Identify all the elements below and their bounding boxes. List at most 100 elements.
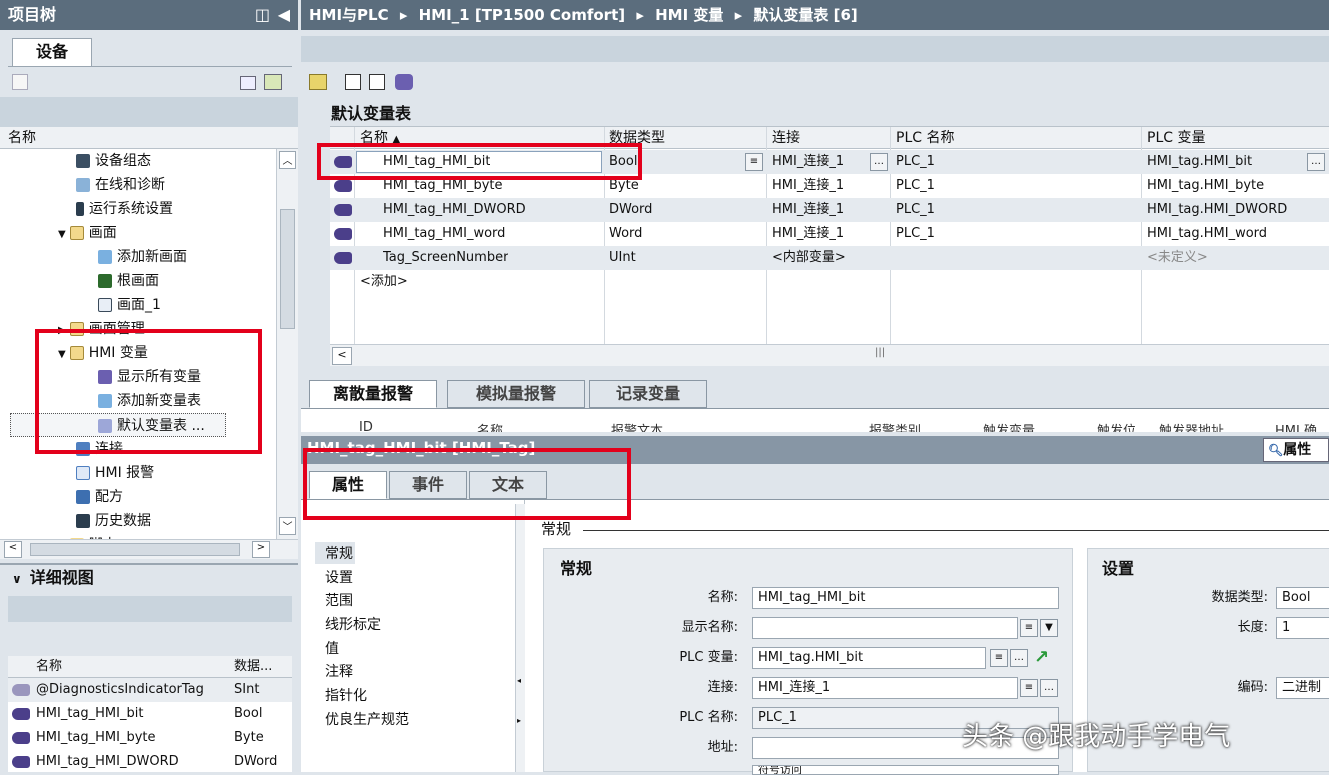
list-item[interactable]: @DiagnosticsIndicatorTag SInt bbox=[8, 678, 292, 702]
export-icon[interactable] bbox=[264, 74, 282, 90]
nav-settings[interactable]: 设置 bbox=[325, 566, 353, 590]
scroll-left-icon[interactable]: < bbox=[4, 541, 22, 558]
breadcrumb-item[interactable]: HMI_1 [TP1500 Comfort] bbox=[419, 6, 625, 24]
scroll-right-icon[interactable]: > bbox=[252, 541, 270, 558]
tab-discrete-alarms[interactable]: 离散量报警 bbox=[309, 380, 437, 408]
chevron-down-icon[interactable]: ∨ bbox=[12, 572, 22, 586]
tab-texts[interactable]: 文本 bbox=[469, 471, 547, 499]
insert-row-icon[interactable] bbox=[345, 74, 361, 90]
add-screen-icon bbox=[98, 250, 112, 264]
tree-item-connections[interactable]: 连接 bbox=[76, 437, 123, 461]
browse-button[interactable]: … bbox=[1010, 649, 1028, 667]
tree-item-screen-1[interactable]: 画面_1 bbox=[98, 293, 161, 317]
tag-table: 名称 ▲ 数据类型 连接 PLC 名称 PLC 变量 HMI_tag_HMI_b… bbox=[330, 126, 1329, 345]
tree-item-root-screen[interactable]: 根画面 bbox=[98, 269, 159, 293]
tree-item-historical-data[interactable]: 历史数据 bbox=[76, 509, 151, 533]
table-row[interactable]: HMI_tag_HMI_byte Byte HMI_连接_1 PLC_1 HMI… bbox=[330, 174, 1329, 198]
table-row[interactable]: HMI_tag_HMI_bit Bool ≡ HMI_连接_1 … PLC_1 … bbox=[330, 150, 1329, 174]
scroll-thumb[interactable] bbox=[280, 209, 295, 329]
tab-events[interactable]: 事件 bbox=[389, 471, 467, 499]
text-list-icon[interactable]: ≡ bbox=[1020, 619, 1038, 637]
add-tag-icon[interactable] bbox=[309, 74, 327, 90]
export-tags-icon[interactable] bbox=[395, 74, 413, 90]
col-plc-name[interactable]: PLC 名称 bbox=[896, 127, 954, 149]
name-field[interactable]: HMI_tag_HMI_bit bbox=[752, 587, 1059, 609]
breadcrumb-item[interactable]: HMI 变量 bbox=[655, 6, 723, 24]
tree-item-add-tag-table[interactable]: 添加新变量表 bbox=[98, 389, 201, 413]
plc-tag-field[interactable]: HMI_tag.HMI_bit bbox=[752, 647, 986, 669]
pin-icon[interactable]: ◫ bbox=[255, 0, 270, 30]
nav-range[interactable]: 范围 bbox=[325, 589, 353, 613]
tree-item-device-config[interactable]: 设备组态 bbox=[76, 149, 151, 173]
expand-arrow-icon[interactable]: ▼ bbox=[58, 229, 66, 240]
folder-icon bbox=[69, 322, 84, 336]
tree-item-hmi-tags[interactable]: ▼ HMI 变量 bbox=[58, 341, 148, 365]
add-tag-row[interactable]: <添加> bbox=[330, 270, 1329, 294]
table-row[interactable]: Tag_ScreenNumber UInt <内部变量> <未定义> bbox=[330, 246, 1329, 270]
runtime-settings-icon bbox=[76, 202, 84, 216]
nav-linear-scaling[interactable]: 线形标定 bbox=[325, 613, 381, 637]
tree-item-online-diagnostics[interactable]: 在线和诊断 bbox=[76, 173, 165, 197]
expand-arrow-icon[interactable]: ▼ bbox=[58, 349, 66, 360]
scroll-up-icon[interactable]: ︿ bbox=[279, 151, 296, 169]
nav-pointer[interactable]: 指针化 bbox=[325, 684, 367, 708]
list-select-icon[interactable]: ≡ bbox=[745, 153, 763, 171]
nav-gmp[interactable]: 优良生产规范 bbox=[325, 708, 409, 732]
tab-analog-alarms[interactable]: 模拟量报警 bbox=[447, 380, 585, 408]
encoding-field[interactable]: 二进制 bbox=[1276, 677, 1329, 699]
tree-item-screen-management[interactable]: ▶ 画面管理 bbox=[58, 317, 145, 341]
scroll-down-icon[interactable]: ﹀ bbox=[279, 517, 296, 535]
table-horizontal-scrollbar[interactable]: < ||| bbox=[330, 344, 1329, 366]
list-item[interactable]: HMI_tag_HMI_byte Byte bbox=[8, 726, 292, 750]
table-row[interactable]: HMI_tag_HMI_word Word HMI_连接_1 PLC_1 HMI… bbox=[330, 222, 1329, 246]
tab-devices[interactable]: 设备 bbox=[12, 38, 92, 66]
breadcrumb-item[interactable]: HMI与PLC bbox=[309, 6, 389, 24]
col-data-type[interactable]: 数据类型 bbox=[609, 127, 665, 149]
list-item[interactable]: HMI_tag_HMI_DWORD DWord bbox=[8, 750, 292, 774]
tree-item-recipes[interactable]: 配方 bbox=[76, 485, 123, 509]
detail-view-list: @DiagnosticsIndicatorTag SInt HMI_tag_HMI… bbox=[8, 678, 292, 772]
tree-item-runtime-settings[interactable]: 运行系统设置 bbox=[76, 197, 173, 221]
scroll-left-icon[interactable]: < bbox=[332, 347, 352, 365]
data-type-field[interactable]: Bool bbox=[1276, 587, 1329, 609]
list-item[interactable]: HMI_tag_HMI_bit Bool bbox=[8, 702, 292, 726]
go-to-arrow-icon[interactable]: ↗ bbox=[1034, 647, 1049, 668]
detail-view-header[interactable]: ∨ 详细视图 bbox=[0, 563, 298, 591]
splitter[interactable] bbox=[301, 366, 1329, 376]
tree-item-add-screen[interactable]: 添加新画面 bbox=[98, 245, 187, 269]
browse-button[interactable]: … bbox=[1307, 153, 1325, 171]
table-view-icon[interactable] bbox=[240, 76, 256, 90]
nav-general[interactable]: 常规 bbox=[325, 542, 353, 566]
col-connection[interactable]: 连接 bbox=[772, 127, 800, 149]
nav-comment[interactable]: 注释 bbox=[325, 660, 353, 684]
project-tree-header: 项目树 ◫ ◀ bbox=[0, 0, 298, 30]
tab-properties[interactable]: 属性 bbox=[309, 471, 387, 499]
display-name-field[interactable] bbox=[752, 617, 1018, 639]
col-plc-tag[interactable]: PLC 变量 bbox=[1147, 127, 1205, 149]
col-name[interactable]: 名称 ▲ bbox=[360, 127, 400, 151]
nav-scrollbar[interactable]: ◂ ▸ bbox=[515, 504, 525, 772]
access-mode-field[interactable]: 符号访问 bbox=[752, 765, 1059, 775]
tab-logging-tags[interactable]: 记录变量 bbox=[589, 380, 707, 408]
collapsed-arrow-icon[interactable]: ▶ bbox=[58, 325, 66, 336]
tree-item-hmi-alarms[interactable]: HMI 报警 bbox=[76, 461, 154, 485]
list-select-icon[interactable]: ≡ bbox=[1020, 679, 1038, 697]
tree-item-show-all-tags[interactable]: 显示所有变量 bbox=[98, 365, 201, 389]
add-row-icon[interactable] bbox=[369, 74, 385, 90]
list-select-icon[interactable]: ≡ bbox=[990, 649, 1008, 667]
tree-item-screens[interactable]: ▼ 画面 bbox=[58, 221, 117, 245]
tree-item-default-tag-table[interactable]: 默认变量表 ... bbox=[10, 413, 226, 437]
properties-view-button[interactable]: 🔍︎属性 bbox=[1263, 438, 1329, 462]
breadcrumb-item[interactable]: 默认变量表 [6] bbox=[753, 6, 857, 24]
browse-button[interactable]: … bbox=[870, 153, 888, 171]
connection-field[interactable]: HMI_连接_1 bbox=[752, 677, 1018, 699]
browse-button[interactable]: … bbox=[1040, 679, 1058, 697]
tree-vertical-scrollbar[interactable]: ︿ ﹀ bbox=[276, 149, 298, 539]
nav-values[interactable]: 值 bbox=[325, 637, 339, 661]
collapse-icon[interactable]: ◀ bbox=[278, 0, 290, 30]
tree-horizontal-scrollbar[interactable]: < > bbox=[0, 539, 298, 559]
h-scroll-thumb[interactable] bbox=[30, 543, 240, 556]
dropdown-arrow-icon[interactable]: ▼ bbox=[1040, 619, 1058, 637]
table-row[interactable]: HMI_tag_HMI_DWORD DWord HMI_连接_1 PLC_1 H… bbox=[330, 198, 1329, 222]
new-item-icon[interactable] bbox=[12, 74, 28, 90]
